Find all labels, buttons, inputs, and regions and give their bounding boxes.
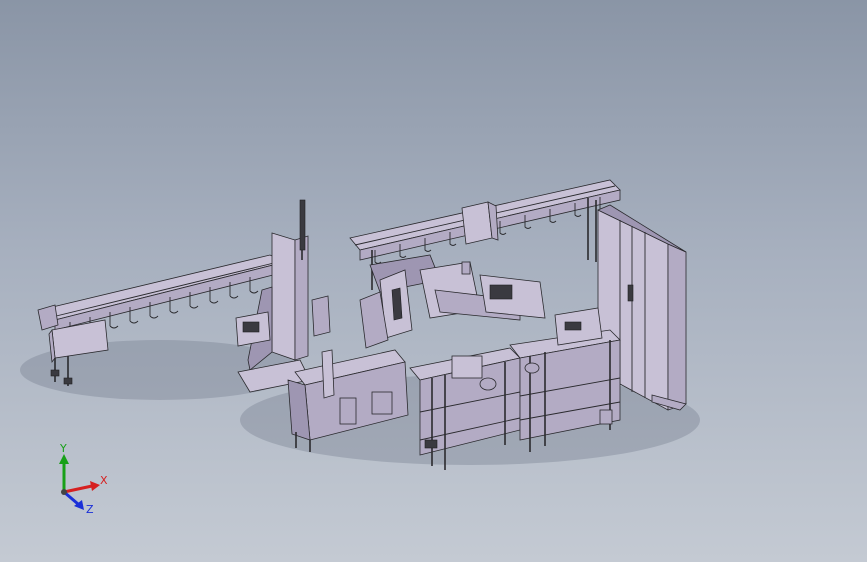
triad-origin [61,489,67,495]
x-axis-label: X [100,474,108,487]
y-axis-arrowhead [59,454,69,464]
axis-triad: Y X Z [59,442,108,516]
lift-tower[interactable] [235,199,331,393]
y-axis-label: Y [59,442,67,455]
robot-cell[interactable] [359,254,546,349]
assembly-model[interactable] [0,0,867,562]
x-axis-arrowhead [90,481,100,491]
x-axis-arrow [63,484,93,494]
3d-viewport[interactable]: Y X Z [0,0,867,562]
z-axis-label: Z [86,503,94,516]
